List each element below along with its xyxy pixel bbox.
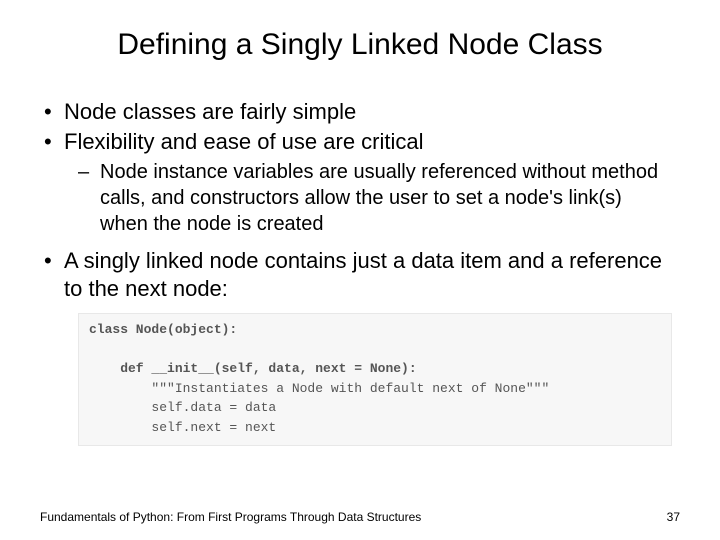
code-line: class Node(object): [89,322,237,337]
code-line: """Instantiates a Node with default next… [89,381,549,396]
bullet-item: Flexibility and ease of use are critical… [40,128,672,237]
code-line: self.next = next [89,420,276,435]
bullet-text: Flexibility and ease of use are critical [64,129,424,154]
code-line: def __init__(self, data, next = None): [89,361,417,376]
bullet-item: Node classes are fairly simple [40,98,672,126]
slide-title: Defining a Singly Linked Node Class [40,28,680,62]
page-number: 37 [667,510,680,524]
sub-bullet-list: Node instance variables are usually refe… [64,160,672,237]
footer-text: Fundamentals of Python: From First Progr… [40,510,421,524]
bullet-list: Node classes are fairly simple Flexibili… [40,98,672,303]
bullet-item: A singly linked node contains just a dat… [40,247,672,303]
code-block: class Node(object): def __init__(self, d… [78,313,672,446]
code-line: self.data = data [89,400,276,415]
footer: Fundamentals of Python: From First Progr… [40,510,680,524]
slide: Defining a Singly Linked Node Class Node… [0,0,720,540]
sub-bullet-item: Node instance variables are usually refe… [64,160,672,237]
